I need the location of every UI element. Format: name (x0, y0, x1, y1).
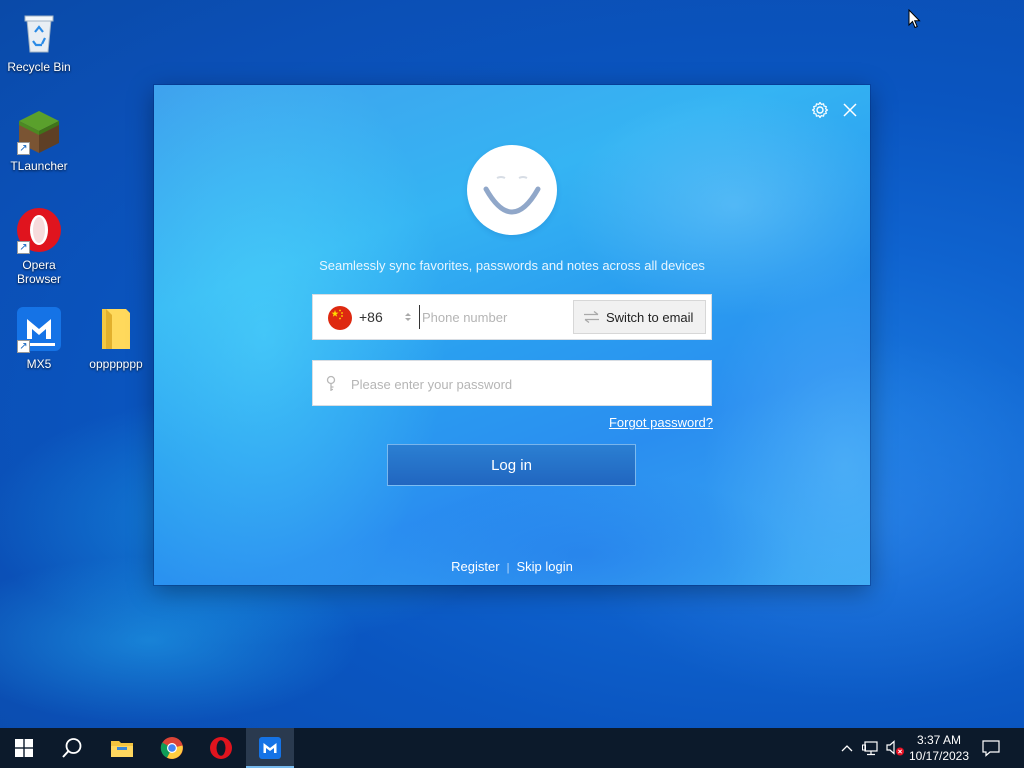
windows-logo-icon (15, 739, 33, 757)
chrome-icon (160, 737, 183, 759)
login-button[interactable]: Log in (387, 444, 636, 486)
link-separator: | (506, 562, 510, 574)
desktop-icon-tlauncher[interactable]: ↗ TLauncher (1, 107, 77, 173)
minecraft-block-icon: ↗ (15, 107, 63, 155)
phone-field-row: +86 Switch to email (312, 294, 712, 340)
swap-arrows-icon (584, 311, 599, 323)
switch-to-email-label: Switch to email (606, 309, 694, 325)
clock-time: 3:37 AM (916, 733, 962, 747)
taskbar-chrome[interactable] (148, 728, 196, 768)
mouse-cursor-icon (908, 9, 921, 29)
search-icon (62, 738, 82, 758)
show-hidden-icons-chevron-icon[interactable] (837, 738, 857, 758)
shortcut-arrow-icon: ↗ (17, 340, 30, 353)
opera-icon: ↗ (15, 206, 63, 254)
folder-icon (92, 305, 140, 353)
china-flag-icon[interactable] (328, 306, 352, 330)
desktop-icon-label: TLauncher (10, 159, 68, 173)
file-explorer-icon (111, 741, 133, 757)
password-input[interactable] (351, 372, 691, 396)
forgot-password-link[interactable]: Forgot password? (603, 415, 713, 430)
phone-number-input[interactable] (419, 305, 569, 329)
taskbar-clock[interactable]: 3:37 AM 10/17/2023 (904, 732, 974, 764)
shortcut-arrow-icon: ↗ (17, 241, 30, 254)
avatar-smiley-icon (467, 145, 557, 235)
desktop-icon-opera[interactable]: ↗ Opera Browser (1, 206, 77, 286)
bottom-links: Register | Skip login (154, 559, 870, 574)
desktop-icon-folder[interactable]: oppppppp (78, 305, 154, 371)
desktop-icon-label: MX5 (26, 357, 52, 371)
taskbar: 3:37 AM 10/17/2023 (0, 728, 1024, 768)
tagline: Seamlessly sync favorites, passwords and… (319, 258, 705, 273)
maxthon-icon: ↗ (15, 305, 63, 353)
start-button[interactable] (0, 728, 48, 768)
country-code[interactable]: +86 (359, 309, 383, 325)
login-dialog: Seamlessly sync favorites, passwords and… (154, 85, 870, 585)
shortcut-arrow-icon: ↗ (17, 142, 30, 155)
network-icon[interactable] (861, 738, 881, 758)
desktop-icon-label: oppppppp (89, 357, 143, 371)
taskbar-maxthon[interactable] (246, 728, 294, 768)
opera-icon (210, 737, 232, 759)
recycle-bin-icon (15, 8, 63, 56)
settings-gear-icon[interactable] (809, 99, 831, 121)
volume-muted-icon[interactable] (885, 738, 905, 758)
switch-to-email-button[interactable]: Switch to email (573, 300, 706, 334)
clock-date: 10/17/2023 (908, 749, 970, 763)
password-field-row (312, 360, 712, 406)
desktop-icon-label: Recycle Bin (7, 60, 71, 74)
skip-login-link[interactable]: Skip login (516, 559, 572, 574)
desktop-icon-label: Opera Browser (16, 258, 61, 286)
taskbar-opera[interactable] (197, 728, 245, 768)
search-button[interactable] (48, 728, 96, 768)
desktop-icon-mx5[interactable]: ↗ MX5 (1, 305, 77, 371)
maxthon-icon (259, 737, 281, 759)
register-link[interactable]: Register (451, 559, 499, 574)
key-icon (326, 375, 336, 391)
action-center-notification-icon[interactable] (981, 738, 1001, 758)
taskbar-file-explorer[interactable] (98, 728, 146, 768)
close-icon[interactable] (839, 99, 861, 121)
desktop-icon-recycle-bin[interactable]: Recycle Bin (1, 8, 77, 74)
country-code-spinner-icon[interactable] (404, 310, 412, 324)
